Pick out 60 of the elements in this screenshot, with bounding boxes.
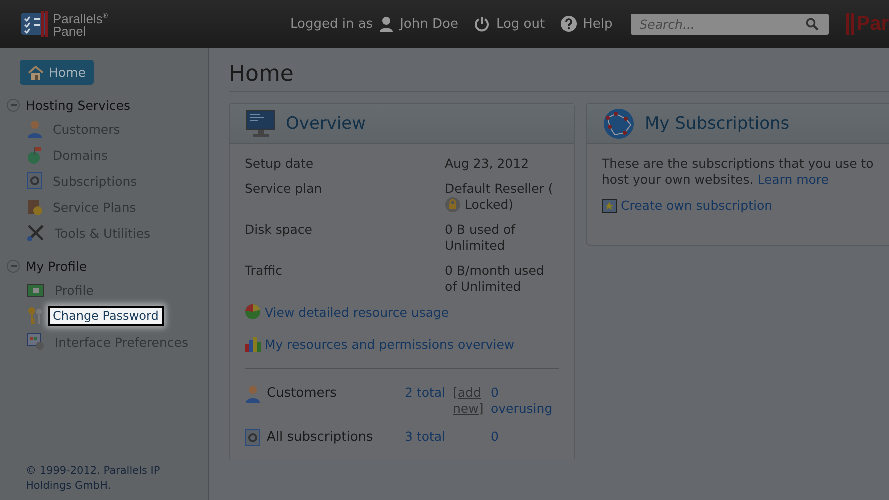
overview-link[interactable]: View detailed resource usage (265, 304, 450, 320)
help-icon (561, 16, 578, 32)
search-icon (806, 18, 819, 30)
stat-label: Customers (267, 386, 337, 402)
checklist-logo-icon (20, 10, 50, 38)
help-link[interactable]: Help (583, 16, 613, 32)
field-label: Setup date (245, 156, 315, 172)
user-link[interactable]: John Doe (400, 16, 458, 32)
person-icon (245, 385, 261, 403)
search-field[interactable]: Search... (630, 14, 829, 34)
logged-in-label: Logged in as (290, 16, 374, 32)
gear-document-icon (27, 172, 43, 190)
network-globe-icon (603, 108, 635, 140)
create-subscription-link[interactable]: Create own subscription (621, 198, 773, 213)
clipboard-coin-icon (27, 198, 43, 216)
card-title: Overview (286, 114, 366, 134)
globe-flag-icon (27, 146, 43, 164)
page-title: Home (229, 62, 889, 92)
collapse-toggle[interactable] (7, 260, 20, 272)
field-value: Default Reseller ( (445, 181, 554, 196)
tools-icon (27, 224, 45, 242)
keys-icon (27, 307, 43, 325)
field-value: Locked) (465, 197, 514, 213)
star-window-icon (602, 198, 617, 212)
field-value: 0 B/month used of Unlimited (445, 263, 544, 294)
id-card-icon (27, 282, 45, 298)
collapse-toggle[interactable] (7, 98, 20, 112)
field-value: 0 B used of Unlimited (445, 222, 516, 253)
field-value: Aug 23, 2012 (445, 156, 530, 171)
field-label: Disk space (245, 222, 314, 239)
sidebar-link[interactable]: Change Password (48, 306, 164, 326)
power-icon (474, 16, 490, 32)
home-button[interactable]: Home (20, 60, 94, 85)
overusing-link[interactable]: 0 overusing (491, 385, 553, 417)
person-icon (27, 120, 43, 138)
bars-logo-icon (844, 13, 855, 35)
card-title: My Subscriptions (645, 114, 790, 134)
overusing-link[interactable]: 0 (491, 429, 553, 445)
add-new-link[interactable]: [add new] (453, 385, 491, 417)
field-label: Traffic (245, 263, 284, 280)
section-title: My Profile (26, 258, 88, 274)
overview-link[interactable]: My resources and permissions overview (265, 336, 515, 352)
logo-text: Parallels$^{®}$ Panel (53, 10, 108, 38)
monitor-icon (246, 110, 276, 138)
total-link[interactable]: 2 total (405, 385, 453, 401)
learn-more-link[interactable]: Learn more (758, 172, 829, 187)
pie-chart-icon (245, 304, 261, 320)
brand-text: Par (856, 12, 889, 36)
gear-document-icon (245, 429, 261, 447)
bar-chart-icon (245, 336, 261, 352)
total-link[interactable]: 3 total (405, 429, 453, 445)
description-text: These are the subscriptions that you use to host your own websites. Learn more (602, 156, 874, 188)
field-label: Service plan (245, 181, 324, 198)
section-title: Hosting Services (26, 98, 130, 112)
logout-link[interactable]: Log out (496, 16, 546, 32)
user-icon (379, 16, 394, 32)
house-icon (28, 66, 44, 80)
window-gear-icon (27, 333, 45, 351)
stat-label: All subscriptions (267, 430, 374, 446)
copyright-text: © 1999-2012. Parallels IP Holdings GmbH. (25, 464, 162, 494)
